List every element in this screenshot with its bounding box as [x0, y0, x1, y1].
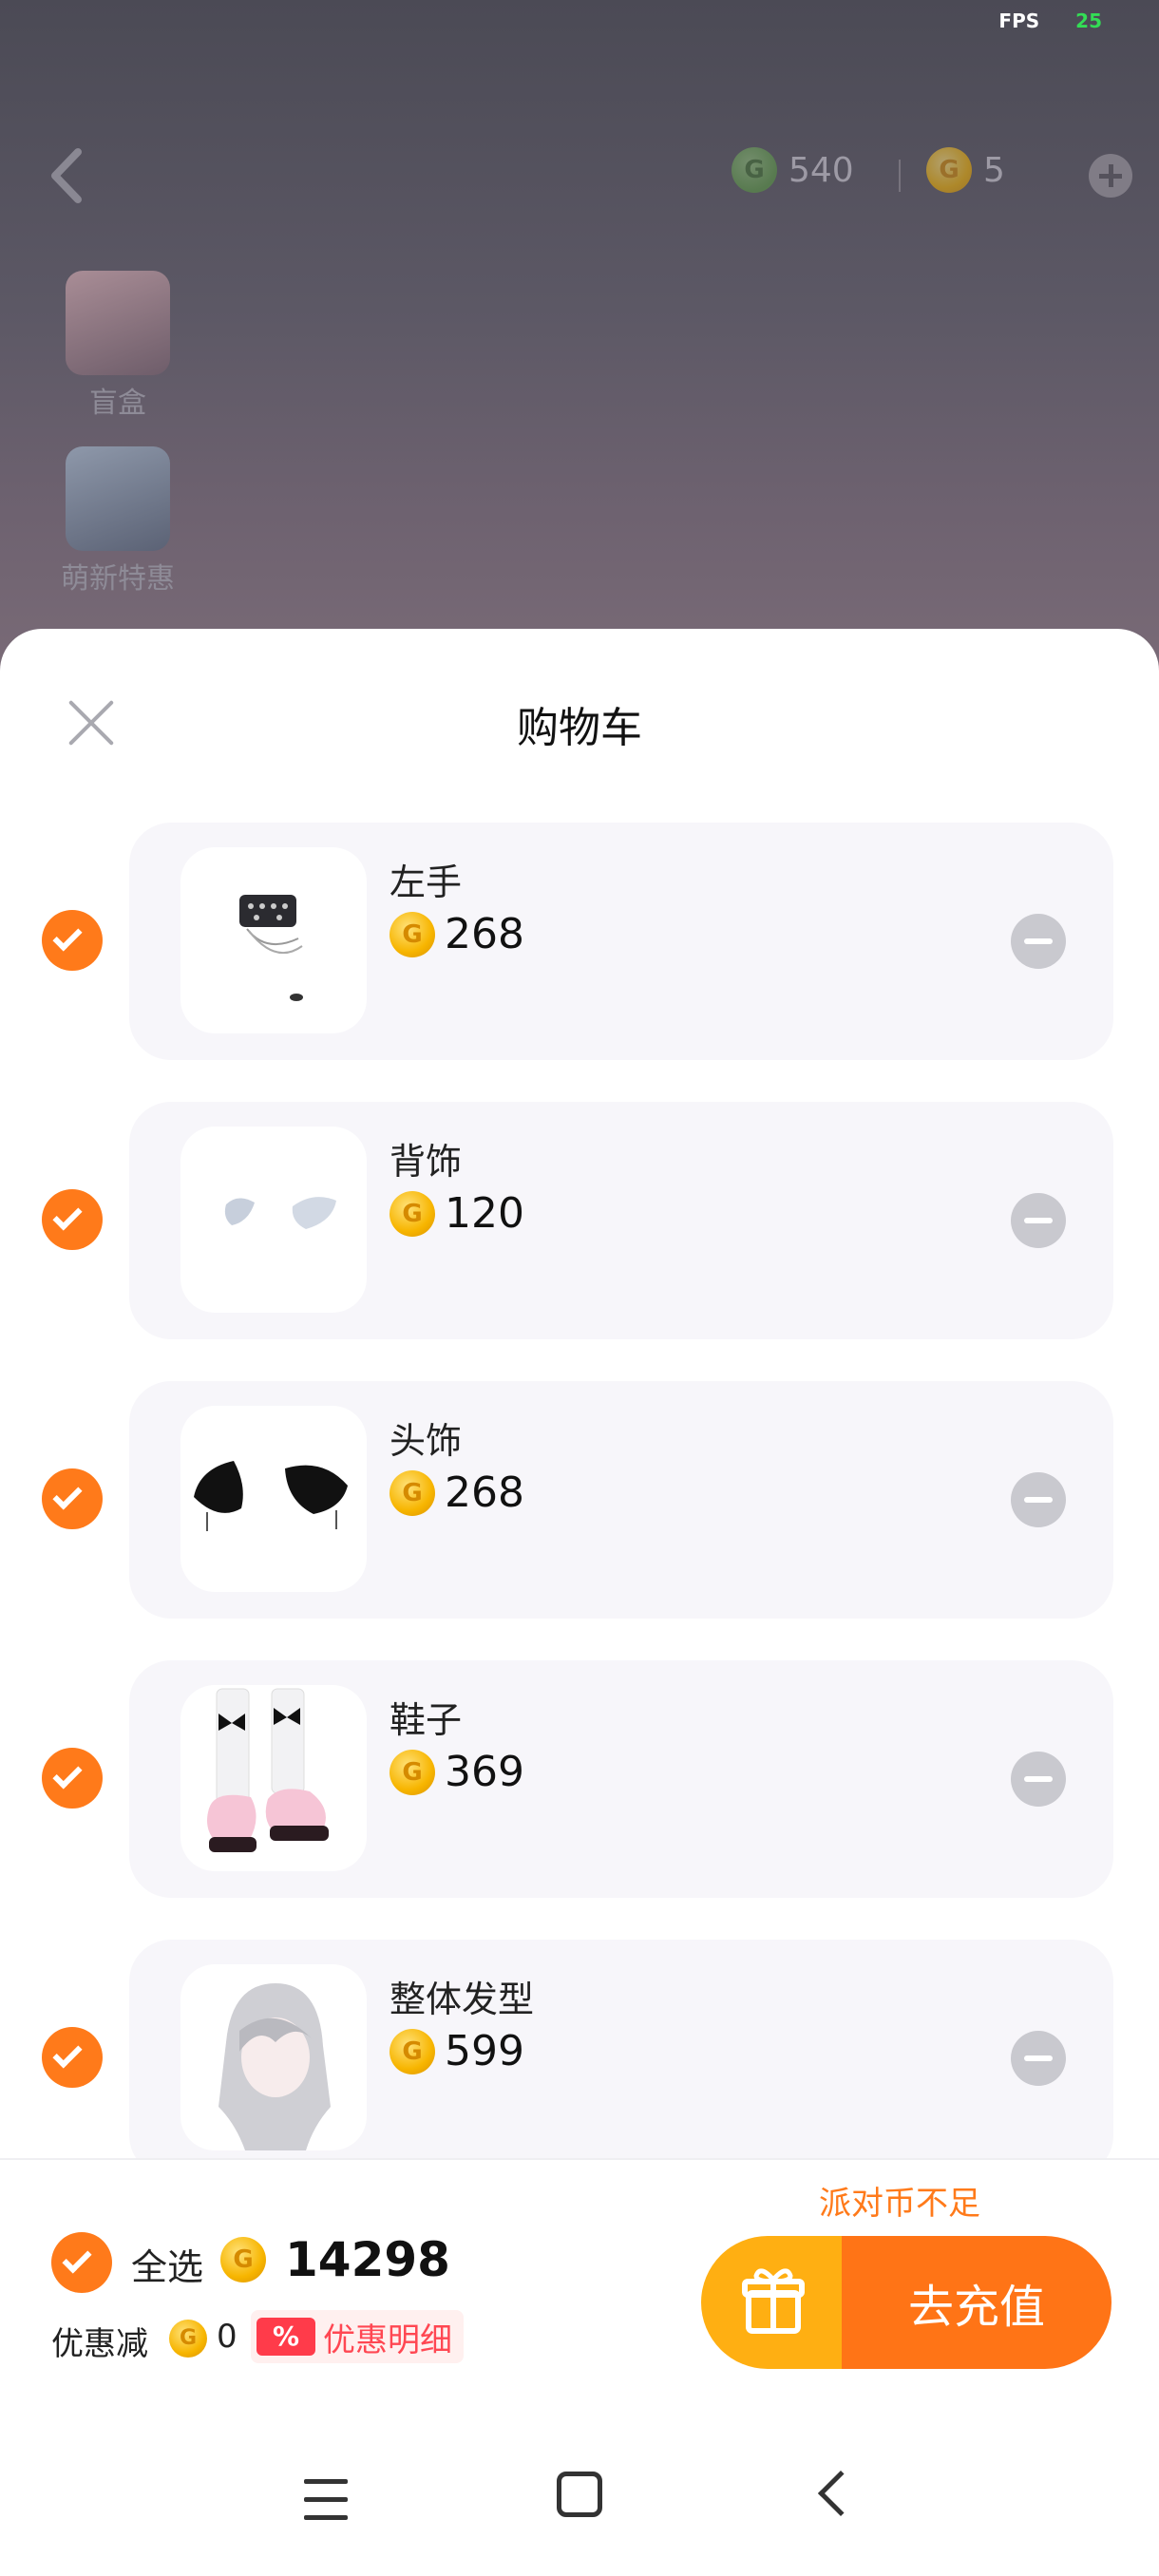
fps-value: 25: [1075, 9, 1102, 32]
item-checkbox[interactable]: [42, 2027, 103, 2088]
gold-coin-icon: [390, 1190, 435, 1237]
discount-label: 优惠减: [51, 2325, 148, 2363]
item-price-value: 369: [445, 1748, 524, 1796]
item-card[interactable]: 左手 268: [129, 823, 1113, 1060]
fps-counter: FPS 25: [998, 9, 1102, 32]
item-price-value: 268: [445, 1468, 524, 1517]
home-icon[interactable]: [557, 2472, 602, 2517]
item-name: 整体发型: [390, 1979, 535, 2020]
system-nav-bar: [0, 2432, 1159, 2576]
plus-icon[interactable]: [1089, 154, 1132, 198]
remove-icon[interactable]: [1011, 914, 1066, 969]
chevron-left-icon: [51, 148, 82, 203]
insufficient-funds-notice: 派对币不足: [819, 2185, 980, 2223]
gold-coin-icon: [926, 147, 972, 193]
check-icon: [52, 2038, 83, 2069]
item-checkbox[interactable]: [42, 1468, 103, 1529]
hairstyle-icon: [218, 1983, 331, 2150]
check-icon: [52, 1480, 83, 1510]
bracelet-icon: [239, 895, 303, 1001]
item-checkbox[interactable]: [42, 910, 103, 971]
side-item-label: 盲盒: [89, 387, 146, 420]
item-thumbnail: [180, 1685, 367, 1871]
select-all-checkbox[interactable]: [51, 2232, 112, 2293]
item-card[interactable]: 头饰 268: [129, 1381, 1113, 1619]
item-checkbox[interactable]: [42, 1189, 103, 1250]
gold-coin-value: 5: [983, 150, 1005, 190]
gold-coin-icon: [390, 1469, 435, 1516]
item-price: 599: [390, 2027, 524, 2075]
item-price: 120: [390, 1189, 524, 1238]
cat-ears-icon: [194, 1461, 348, 1531]
discount-badge: %: [256, 2318, 315, 2356]
check-icon: [52, 1201, 83, 1231]
cart-item: 整体发型 599: [0, 1940, 1159, 2158]
gold-coin-icon: [220, 2237, 266, 2282]
item-thumbnail: [180, 1127, 367, 1313]
cart-list[interactable]: 左手 268 背饰 120: [0, 823, 1159, 2158]
item-card[interactable]: 鞋子 369: [129, 1660, 1113, 1898]
cart-item: 头饰 268: [0, 1381, 1159, 1619]
item-price: 369: [390, 1748, 524, 1796]
green-coin-icon: [732, 147, 777, 193]
sheet-title: 购物车: [517, 704, 642, 752]
gift-icon: [742, 2268, 805, 2334]
item-name: 背饰: [390, 1141, 463, 1183]
currency-divider: [899, 160, 901, 192]
check-icon: [52, 921, 83, 952]
side-item-label: 萌新特惠: [61, 562, 175, 596]
cart-item: 背饰 120: [0, 1102, 1159, 1339]
remove-icon[interactable]: [1011, 2031, 1066, 2086]
cart-item: 鞋子 369: [0, 1660, 1159, 1898]
cart-item: 左手 268: [0, 823, 1159, 1060]
item-price-value: 599: [445, 2027, 524, 2075]
gift-button[interactable]: [701, 2236, 842, 2369]
gold-coin-icon: [169, 2320, 207, 2358]
gold-coin-icon: [390, 911, 435, 957]
item-thumbnail: [180, 847, 367, 1033]
recharge-button[interactable]: 去充值: [842, 2236, 1112, 2369]
item-name: 左手: [390, 862, 463, 903]
back-button[interactable]: [42, 142, 99, 209]
wings-icon: [224, 1197, 336, 1229]
green-coin-balance: 540: [732, 147, 854, 193]
item-thumbnail: [180, 1406, 367, 1592]
item-card[interactable]: 整体发型 599: [129, 1940, 1113, 2158]
item-card[interactable]: 背饰 120: [129, 1102, 1113, 1339]
fps-label: FPS: [998, 9, 1040, 32]
item-thumbnail: [180, 1964, 367, 2150]
remove-icon[interactable]: [1011, 1472, 1066, 1527]
green-coin-value: 540: [788, 150, 854, 190]
item-checkbox[interactable]: [42, 1748, 103, 1809]
side-item-newbie-offer[interactable]: 萌新特惠: [48, 446, 188, 597]
discount-detail-label: 优惠明细: [323, 2320, 452, 2359]
gold-coin-balance: 5: [926, 147, 1005, 193]
remove-icon[interactable]: [1011, 1752, 1066, 1807]
discount-value: 0: [217, 2318, 238, 2356]
newbie-offer-icon: [66, 446, 170, 551]
item-name: 头饰: [390, 1420, 463, 1462]
item-name: 鞋子: [390, 1699, 463, 1741]
menu-icon[interactable]: [304, 2479, 348, 2521]
check-icon: [62, 2244, 92, 2274]
item-price-value: 120: [445, 1189, 524, 1238]
gold-coin-icon: [390, 2028, 435, 2074]
remove-icon[interactable]: [1011, 1193, 1066, 1248]
discount-detail-button[interactable]: % 优惠明细: [251, 2310, 464, 2363]
total-value: 14298: [285, 2232, 450, 2287]
checkout-button-group: 去充值: [701, 2236, 1112, 2369]
total-price: 14298: [220, 2232, 450, 2287]
gift-box-icon: [66, 271, 170, 375]
item-price: 268: [390, 910, 524, 958]
gold-coin-icon: [390, 1749, 435, 1795]
side-item-blind-box[interactable]: 盲盒: [48, 271, 188, 421]
check-icon: [52, 1759, 83, 1790]
back-icon[interactable]: [817, 2470, 864, 2517]
item-price-value: 268: [445, 910, 524, 958]
shoes-icon: [207, 1688, 329, 1852]
item-price: 268: [390, 1468, 524, 1517]
select-all-label[interactable]: 全选: [131, 2238, 203, 2290]
